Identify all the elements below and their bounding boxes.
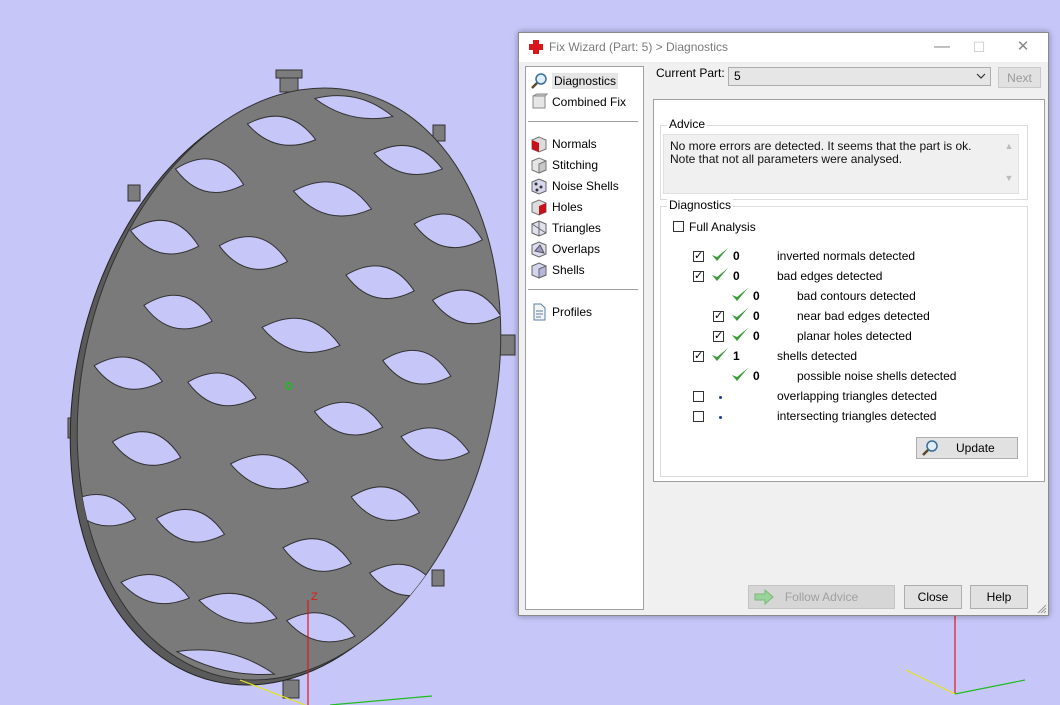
current-part-dropdown[interactable]: 5 — [728, 67, 991, 86]
full-analysis-checkbox[interactable] — [673, 221, 684, 232]
close-button[interactable]: Close — [904, 585, 962, 609]
nav-item-holes[interactable]: Holes — [530, 197, 583, 216]
maximize-button[interactable]: ☐ — [961, 37, 997, 58]
holes-cube-icon — [531, 198, 547, 216]
green-check-icon — [712, 348, 728, 361]
inverted-normals-checkbox[interactable] — [693, 249, 704, 263]
next-button[interactable]: Next — [998, 67, 1041, 88]
advice-scrollbar[interactable]: ▲ ▼ — [1002, 137, 1016, 189]
green-check-icon — [732, 368, 748, 381]
minimize-button[interactable]: — — [924, 37, 960, 58]
wizard-nav: Diagnostics Combined Fix Normals Stitchi… — [525, 66, 644, 610]
shells-count: 1 — [733, 349, 740, 363]
triangles-cube-icon — [531, 219, 547, 237]
follow-advice-button[interactable]: Follow Advice — [748, 585, 895, 609]
inverted-normals-label: inverted normals detected — [777, 249, 916, 263]
bad-contours-count: 0 — [753, 289, 760, 303]
planar-holes-label: planar holes detected — [797, 329, 912, 343]
nav-item-profiles[interactable]: Profiles — [530, 302, 592, 321]
help-button[interactable]: Help — [970, 585, 1028, 609]
advice-group: Advice No more errors are detected. It s… — [660, 117, 1028, 200]
nav-item-noise-shells[interactable]: Noise Shells — [530, 176, 619, 195]
chevron-down-icon — [976, 73, 986, 79]
overlapping-triangles-checkbox[interactable] — [693, 391, 704, 402]
normals-cube-icon — [531, 135, 547, 153]
overlapping-triangles-label: overlapping triangles detected — [777, 389, 938, 403]
green-check-icon — [712, 248, 728, 261]
planar-holes-count: 0 — [753, 329, 760, 343]
nav-separator — [528, 289, 638, 290]
close-window-button[interactable]: ✕ — [1005, 37, 1041, 58]
green-check-icon — [732, 328, 748, 341]
bad-edges-label: bad edges detected — [777, 269, 883, 283]
advice-textbox[interactable]: No more errors are detected. It seems th… — [663, 134, 1019, 194]
green-check-icon — [732, 308, 748, 321]
current-part-label: Current Part: — [656, 66, 725, 80]
status-dot-icon — [719, 396, 722, 399]
advice-text: No more errors are detected. It seems th… — [670, 139, 972, 166]
shells-label: shells detected — [777, 349, 858, 363]
arrow-right-icon — [754, 589, 774, 605]
resize-grip-icon[interactable] — [1037, 604, 1047, 614]
title-bar[interactable]: Fix Wizard (Part: 5) > Diagnostics — ☐ ✕ — [519, 33, 1048, 62]
update-button[interactable]: Update — [916, 437, 1018, 459]
noise-shells-label: possible noise shells detected — [797, 369, 957, 383]
bad-edges-checkbox[interactable] — [693, 269, 704, 283]
nav-item-stitching[interactable]: Stitching — [530, 155, 598, 174]
diagnostics-title: Diagnostics — [667, 198, 734, 212]
nav-item-shells[interactable]: Shells — [530, 260, 585, 279]
combined-fix-icon — [532, 93, 548, 108]
inverted-normals-count: 0 — [733, 249, 740, 263]
document-icon — [533, 303, 546, 320]
shells-checkbox[interactable] — [693, 349, 704, 363]
near-bad-edges-checkbox[interactable] — [713, 309, 724, 323]
near-bad-edges-label: near bad edges detected — [797, 309, 930, 323]
planar-holes-checkbox[interactable] — [713, 329, 724, 343]
advice-title: Advice — [667, 117, 708, 131]
bad-contours-label: bad contours detected — [797, 289, 916, 303]
intersecting-triangles-label: intersecting triangles detected — [777, 409, 937, 423]
noise-shells-icon — [531, 177, 547, 195]
diagnostics-panel: Advice No more errors are detected. It s… — [653, 99, 1045, 482]
window-title: Fix Wizard (Part: 5) > Diagnostics — [549, 40, 729, 54]
diagnostics-group: Diagnostics Full Analysis 0 inverted nor… — [660, 198, 1028, 477]
red-cross-app-icon — [529, 40, 543, 54]
intersecting-triangles-checkbox[interactable] — [693, 411, 704, 422]
nav-separator — [528, 121, 638, 122]
near-bad-edges-count: 0 — [753, 309, 760, 323]
axis-z-label: Z — [311, 591, 318, 603]
shells-cube-icon — [531, 261, 547, 279]
nav-item-triangles[interactable]: Triangles — [530, 218, 601, 237]
bad-edges-count: 0 — [733, 269, 740, 283]
stitching-cube-icon — [531, 156, 547, 174]
nav-item-normals[interactable]: Normals — [530, 134, 597, 153]
nav-item-combined-fix[interactable]: Combined Fix — [530, 92, 626, 111]
current-part-value: 5 — [734, 69, 741, 83]
overlaps-cube-icon — [531, 240, 547, 258]
nav-item-diagnostics[interactable]: Diagnostics — [530, 71, 619, 90]
full-analysis-label: Full Analysis — [689, 220, 756, 234]
fix-wizard-dialog: Fix Wizard (Part: 5) > Diagnostics — ☐ ✕… — [518, 32, 1049, 616]
nav-item-overlaps[interactable]: Overlaps — [530, 239, 600, 258]
noise-shells-count: 0 — [753, 369, 760, 383]
green-check-icon — [732, 288, 748, 301]
magnifier-icon — [922, 440, 938, 456]
green-check-icon — [712, 268, 728, 281]
magnifier-icon — [531, 72, 547, 89]
status-dot-icon — [719, 416, 722, 419]
